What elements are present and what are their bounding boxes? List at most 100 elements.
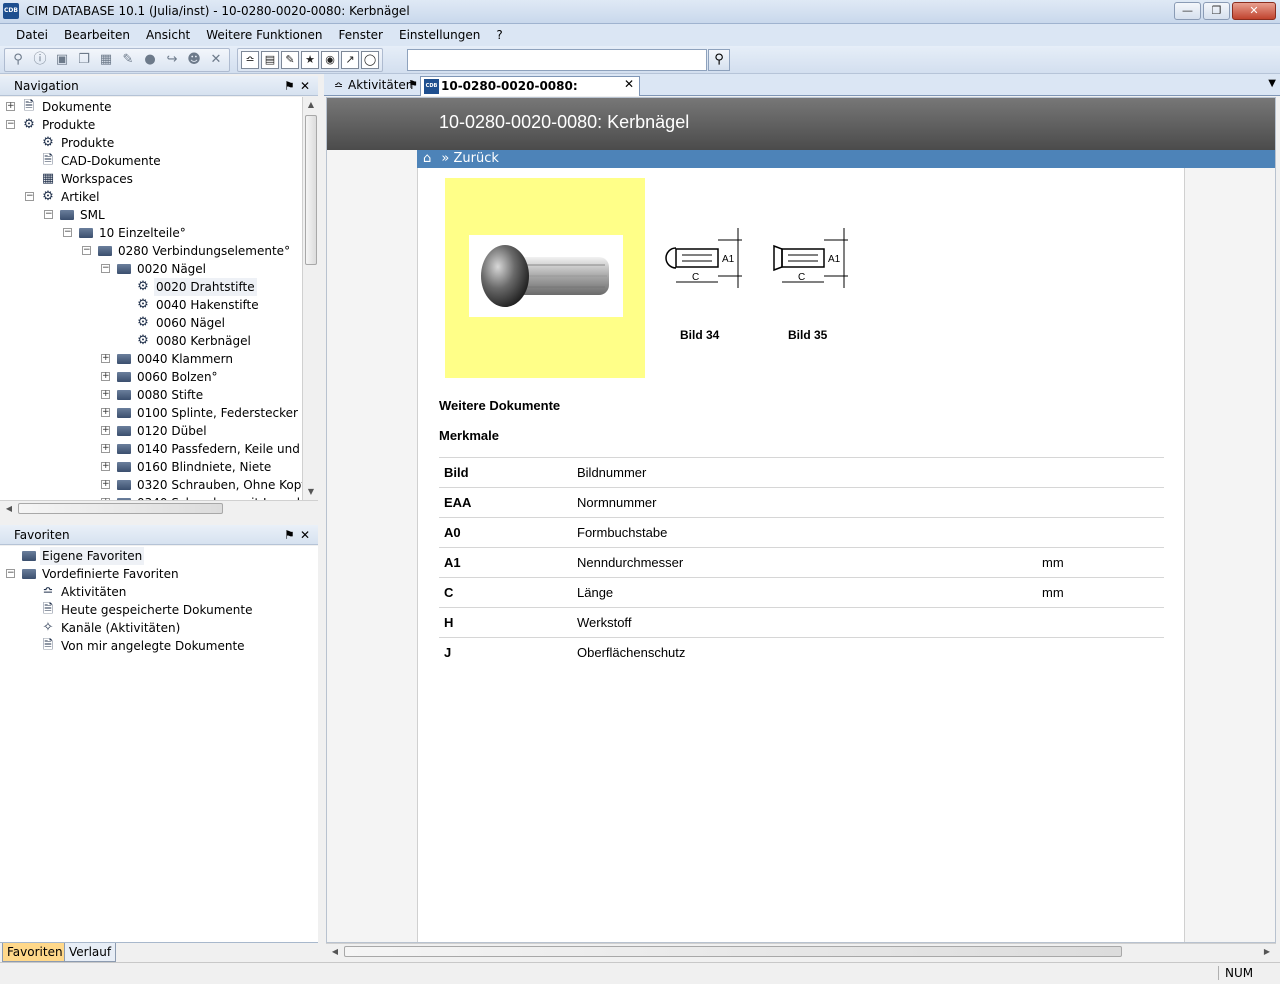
product-image[interactable]: [445, 178, 645, 378]
scroll-left-arrow[interactable]: ◀: [4, 504, 14, 513]
menu-help[interactable]: ?: [488, 24, 510, 46]
monitor-icon[interactable]: ▣: [52, 50, 72, 70]
nav-tree-item[interactable]: − ⚙ Artikel: [0, 188, 302, 206]
back-link[interactable]: » Zurück: [441, 151, 499, 166]
copy-icon[interactable]: ❐: [74, 50, 94, 70]
navigation-vscroll[interactable]: ▲ ▼: [302, 97, 318, 500]
maximize-button[interactable]: ❐: [1203, 2, 1230, 20]
collapse-icon[interactable]: −: [6, 120, 15, 129]
nav-tree-item[interactable]: ⚙ 0020 Drahtstifte: [0, 278, 302, 296]
expand-icon[interactable]: +: [101, 408, 110, 417]
fav-tree-item[interactable]: ≏ Aktivitäten: [0, 583, 318, 601]
minimize-button[interactable]: —: [1174, 2, 1201, 20]
navigation-hscroll[interactable]: ◀: [0, 500, 318, 516]
hscroll-thumb[interactable]: [18, 503, 223, 514]
nav-tree-item[interactable]: + 🗎 Dokumente: [0, 98, 302, 116]
menu-bearbeiten[interactable]: Bearbeiten: [56, 24, 138, 46]
table-edit-icon[interactable]: ▦: [96, 50, 116, 70]
compass-icon[interactable]: ◉: [321, 51, 339, 69]
folder-icon: [116, 387, 132, 403]
delete-icon[interactable]: ✕: [206, 50, 226, 70]
nav-tree-item[interactable]: − 0280 Verbindungselemente°: [0, 242, 302, 260]
search-input[interactable]: [407, 49, 707, 71]
expand-icon[interactable]: +: [6, 102, 15, 111]
scroll-down-arrow[interactable]: ▼: [305, 487, 317, 496]
section-weitere-dokumente[interactable]: Weitere Dokumente: [439, 398, 560, 413]
search-button[interactable]: ⚲: [708, 49, 730, 71]
chart-icon[interactable]: ↗: [341, 51, 359, 69]
close-panel-icon[interactable]: ✕: [300, 76, 310, 96]
pin-icon[interactable]: ⚑: [408, 78, 418, 91]
fav-tree-item[interactable]: 🗎 Heute gespeicherte Dokumente: [0, 601, 318, 619]
nav-tree-item[interactable]: − SML: [0, 206, 302, 224]
scroll-up-arrow[interactable]: ▲: [305, 100, 317, 109]
nav-tree-item[interactable]: +0080 Stifte: [0, 386, 302, 404]
fav-tree-item[interactable]: 🗎 Von mir angelegte Dokumente: [0, 637, 318, 655]
collapse-icon[interactable]: −: [25, 192, 34, 201]
close-button[interactable]: ✕: [1232, 2, 1276, 20]
collapse-icon[interactable]: −: [6, 569, 15, 578]
expand-icon[interactable]: +: [101, 426, 110, 435]
home-icon[interactable]: ⌂: [423, 151, 431, 166]
nav-tree-item[interactable]: ⚙ 0080 Kerbnägel: [0, 332, 302, 350]
collapse-icon[interactable]: −: [101, 264, 110, 273]
pencil-icon[interactable]: ✎: [118, 50, 138, 70]
pin-icon[interactable]: ⚑: [284, 76, 295, 96]
expand-icon[interactable]: +: [101, 444, 110, 453]
expand-icon[interactable]: +: [101, 390, 110, 399]
expand-icon[interactable]: +: [101, 480, 110, 489]
pin-icon[interactable]: ⚑: [284, 525, 295, 545]
nav-tree-item[interactable]: +0120 Dübel: [0, 422, 302, 440]
menu-ansicht[interactable]: Ansicht: [138, 24, 198, 46]
tab-verlauf[interactable]: Verlauf: [64, 943, 117, 962]
search-icon[interactable]: ⚲: [8, 50, 28, 70]
menu-einstellungen[interactable]: Einstellungen: [391, 24, 488, 46]
nav-tree-item[interactable]: +0040 Klammern: [0, 350, 302, 368]
nav-tree-item[interactable]: +0160 Blindniete, Niete: [0, 458, 302, 476]
hscroll-thumb[interactable]: [344, 946, 1122, 957]
edit-form-icon[interactable]: ▤: [261, 51, 279, 69]
fav-tree-item[interactable]: ✧ Kanäle (Aktivitäten): [0, 619, 318, 637]
activity-icon[interactable]: ≏: [241, 51, 259, 69]
collapse-icon[interactable]: −: [63, 228, 72, 237]
export-icon[interactable]: ↪: [162, 50, 182, 70]
bulb-icon[interactable]: ◯: [361, 51, 379, 69]
scroll-left-arrow[interactable]: ◀: [330, 947, 340, 956]
scroll-thumb[interactable]: [305, 115, 317, 265]
nav-tree-item[interactable]: ⚙ Produkte: [0, 134, 302, 152]
collapse-icon[interactable]: −: [44, 210, 53, 219]
tab-aktivitaeten[interactable]: ≏ Aktivitäten: [328, 76, 420, 96]
expand-icon[interactable]: +: [101, 372, 110, 381]
nav-tree-item[interactable]: − 0020 Nägel: [0, 260, 302, 278]
scroll-right-arrow[interactable]: ▶: [1262, 947, 1272, 956]
nav-tree-item[interactable]: ▦ Workspaces: [0, 170, 302, 188]
star-icon[interactable]: ★: [301, 51, 319, 69]
tab-favoriten[interactable]: Favoriten: [2, 943, 68, 962]
link-icon[interactable]: ●: [140, 50, 160, 70]
menu-datei[interactable]: Datei: [8, 24, 56, 46]
user-icon[interactable]: ☻: [184, 50, 204, 70]
nav-tree-item[interactable]: − 10 Einzelteile°: [0, 224, 302, 242]
expand-icon[interactable]: +: [101, 462, 110, 471]
nav-tree-item[interactable]: ⚙ 0040 Hakenstifte: [0, 296, 302, 314]
nav-tree-item[interactable]: ⚙ 0060 Nägel: [0, 314, 302, 332]
collapse-icon[interactable]: −: [82, 246, 91, 255]
menu-fenster[interactable]: Fenster: [330, 24, 391, 46]
close-panel-icon[interactable]: ✕: [300, 525, 310, 545]
nav-tree-item[interactable]: − ⚙ Produkte: [0, 116, 302, 134]
tab-kerbnaegel[interactable]: CDB 10-0280-0020-0080: Kerbnägel: [420, 76, 640, 112]
nav-tree-item[interactable]: +0320 Schrauben, Ohne Kopf: [0, 476, 302, 494]
fav-tree-item[interactable]: Eigene Favoriten: [0, 547, 318, 565]
nav-tree-item[interactable]: +0060 Bolzen°: [0, 368, 302, 386]
info-icon[interactable]: ⓘ: [30, 50, 50, 70]
content-hscroll[interactable]: ◀ ▶: [326, 943, 1276, 959]
menu-weitere-funktionen[interactable]: Weitere Funktionen: [198, 24, 330, 46]
tab-list-dropdown-icon[interactable]: ▼: [1268, 78, 1276, 89]
note-icon[interactable]: ✎: [281, 51, 299, 69]
fav-tree-item[interactable]: − Vordefinierte Favoriten: [0, 565, 318, 583]
expand-icon[interactable]: +: [101, 354, 110, 363]
nav-tree-item[interactable]: +0100 Splinte, Federstecker: [0, 404, 302, 422]
close-tab-icon[interactable]: ✕: [624, 77, 634, 91]
nav-tree-item[interactable]: 🗎 CAD-Dokumente: [0, 152, 302, 170]
nav-tree-item[interactable]: +0140 Passfedern, Keile und Sch: [0, 440, 302, 458]
